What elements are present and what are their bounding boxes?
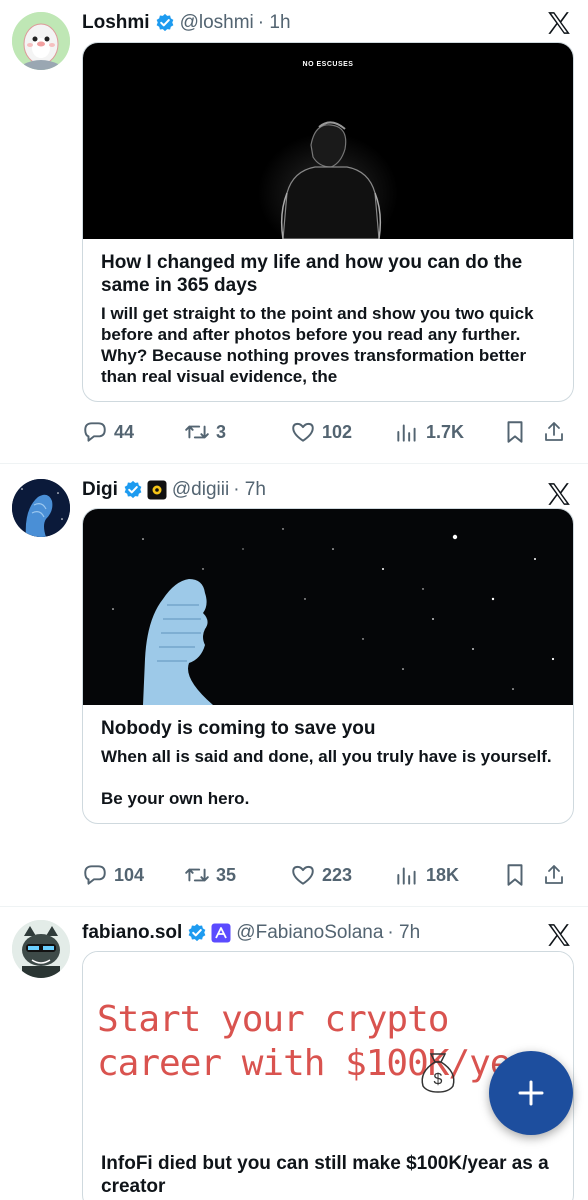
verified-badge-icon	[188, 923, 206, 942]
author-name[interactable]: fabiano.sol	[82, 922, 182, 944]
x-logo-icon	[548, 12, 570, 34]
author-name[interactable]: Digi	[82, 479, 118, 501]
views-button[interactable]: 1.7K	[394, 419, 502, 445]
action-bar: 104 35 223 18K	[82, 860, 574, 890]
affiliate-badge-icon	[211, 923, 231, 943]
affiliate-badge-icon	[147, 480, 167, 500]
views-count: 18K	[426, 864, 460, 885]
cartoon-cat-avatar-icon	[12, 920, 70, 978]
post-header: fabiano.sol @FabianoSolana · 7h	[82, 920, 420, 946]
post-header: Digi @digiii · 7h	[82, 477, 266, 503]
like-icon	[292, 865, 314, 885]
bookmark-icon	[507, 864, 523, 886]
reply-button[interactable]: 104	[82, 862, 184, 888]
author-name[interactable]: Loshmi	[82, 12, 150, 34]
bookmark-button[interactable]	[502, 419, 542, 445]
reply-button[interactable]: 44	[82, 419, 184, 445]
article-title[interactable]: InfoFi died but you can still make $100K…	[101, 1152, 555, 1198]
post-loshmi[interactable]: Loshmi @loshmi · 1h NO ESCUSES How I cha…	[0, 0, 588, 464]
views-button[interactable]: 18K	[394, 862, 502, 888]
verified-badge-icon	[156, 13, 173, 32]
article-image	[83, 509, 573, 705]
repost-count: 3	[216, 421, 227, 442]
author-handle[interactable]: @digiii	[172, 479, 229, 501]
compose-button[interactable]	[489, 1051, 573, 1135]
blue-figure-avatar-icon	[12, 479, 70, 537]
verified-badge-icon	[124, 480, 142, 499]
like-count: 223	[322, 864, 353, 885]
like-button[interactable]: 223	[290, 862, 394, 888]
post-fabiano[interactable]: fabiano.sol @FabianoSolana · 7h Start yo…	[0, 908, 588, 1200]
article-image: NO ESCUSES	[83, 43, 573, 239]
bookmark-icon	[507, 421, 523, 443]
views-icon	[397, 424, 416, 442]
reply-count: 44	[114, 421, 135, 442]
plus-icon	[518, 1080, 544, 1106]
repost-count: 35	[216, 864, 237, 885]
article-excerpt: I will get straight to the point and sho…	[101, 304, 534, 386]
views-icon	[397, 867, 416, 885]
like-icon	[292, 422, 314, 442]
article-excerpt: When all is said and done, all you truly…	[101, 747, 552, 808]
money-bag-symbol: $	[434, 1071, 443, 1088]
starfield-statue-icon	[112, 528, 555, 705]
money-bag-icon: $	[421, 1053, 455, 1093]
repost-button[interactable]: 35	[184, 862, 290, 888]
views-count: 1.7K	[426, 421, 465, 442]
avatar-fabiano[interactable]	[12, 920, 70, 978]
author-handle[interactable]: @loshmi	[180, 12, 254, 34]
reply-icon	[84, 422, 106, 442]
article-title[interactable]: Nobody is coming to save you	[101, 717, 555, 740]
repost-button[interactable]: 3	[184, 419, 290, 445]
like-count: 102	[322, 421, 353, 442]
reply-icon	[84, 865, 106, 885]
share-button[interactable]	[542, 862, 572, 888]
share-button[interactable]	[542, 419, 572, 445]
reply-count: 104	[114, 864, 145, 885]
x-logo-icon	[548, 924, 570, 946]
author-handle[interactable]: @FabianoSolana	[236, 922, 383, 944]
post-digi[interactable]: Digi @digiii · 7h Nobody is coming to sa…	[0, 465, 588, 907]
action-bar: 44 3 102 1.7K	[82, 417, 574, 447]
x-logo-icon	[548, 483, 570, 505]
avatar-loshmi[interactable]	[12, 12, 70, 70]
article-card[interactable]: Nobody is coming to save you When all is…	[82, 508, 574, 824]
repost-icon	[185, 425, 209, 439]
like-button[interactable]: 102	[290, 419, 394, 445]
article-card[interactable]: NO ESCUSES How I changed my life and how…	[82, 42, 574, 402]
post-header: Loshmi @loshmi · 1h	[82, 10, 291, 36]
silhouette-figure-icon	[258, 121, 398, 239]
post-time: · 7h	[387, 922, 421, 943]
repost-icon	[185, 868, 209, 882]
avatar-digi[interactable]	[12, 479, 70, 537]
post-time: · 7h	[233, 479, 266, 500]
share-icon	[545, 865, 563, 884]
article-title[interactable]: How I changed my life and how you can do…	[101, 251, 555, 297]
bookmark-button[interactable]	[502, 862, 542, 888]
post-time: · 1h	[257, 12, 291, 33]
share-icon	[545, 422, 563, 441]
penguin-avatar-icon	[12, 12, 70, 70]
